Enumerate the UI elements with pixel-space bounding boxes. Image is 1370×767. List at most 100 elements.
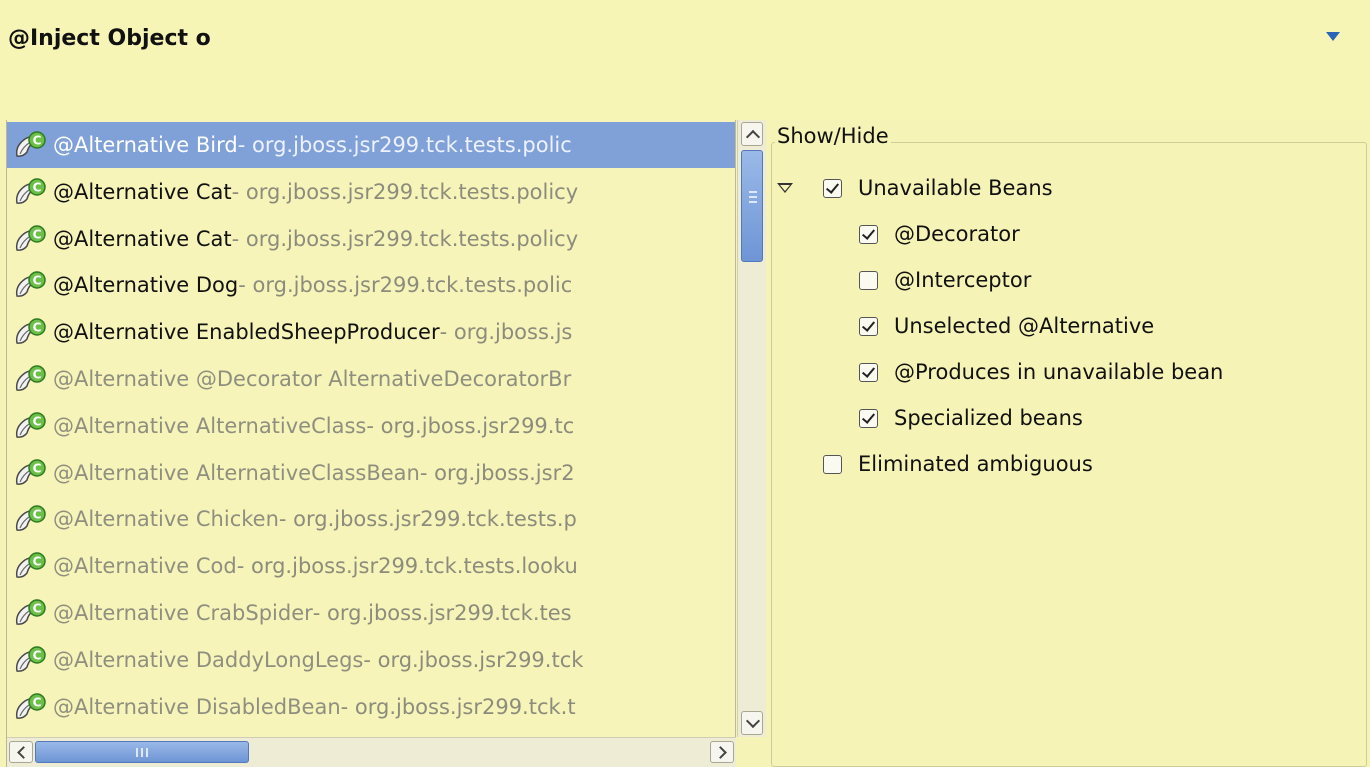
produces-unavailable-option[interactable]: @Produces in unavailable bean	[859, 360, 1223, 384]
show-hide-label: Show/Hide	[775, 124, 891, 148]
bean-name: @Alternative Chicken	[53, 507, 279, 532]
bean-list-item[interactable]: C @Alternative DisabledBean - org.jboss.j…	[7, 684, 735, 730]
unavailable-beans-label: Unavailable Beans	[858, 176, 1053, 200]
unavailable-beans-checkbox[interactable]	[823, 178, 842, 198]
bean-name: @Alternative Cat	[53, 179, 232, 204]
bean-list-item[interactable]: C @Alternative AlternativeClass - org.jbo…	[7, 403, 735, 449]
bean-icon: C	[13, 270, 47, 300]
bean-list-item[interactable]: C @Alternative AlternativeClassBean - org…	[7, 450, 735, 496]
bean-package: - org.jboss.jsr2	[419, 460, 575, 485]
specialized-beans-option[interactable]: Specialized beans	[859, 406, 1083, 430]
bean-list-panel: C @Alternative Bird - org.jboss.jsr299.tc…	[6, 120, 766, 767]
bean-package: - org.jboss.jsr299.tck.tests.polic	[237, 133, 572, 157]
expand-triangle-icon[interactable]	[777, 183, 793, 193]
svg-text:C: C	[33, 134, 42, 148]
decorator-checkbox[interactable]	[859, 224, 878, 244]
bean-package: - org.jboss.jsr299.tck.tes	[312, 601, 572, 625]
bean-list-item[interactable]: C @Alternative Dog - org.jboss.jsr299.tck…	[7, 262, 735, 308]
bean-icon: C	[13, 504, 47, 534]
svg-text:C: C	[33, 414, 42, 428]
interceptor-checkbox[interactable]	[859, 270, 878, 290]
bean-name: @Alternative Cod	[53, 554, 237, 579]
grip-icon	[136, 748, 148, 757]
bean-list-item[interactable]: C @Alternative @Decorator AlternativeDeco…	[7, 356, 735, 402]
horizontal-scroll-thumb[interactable]	[35, 741, 249, 763]
bean-name: @Alternative Bird	[53, 133, 238, 157]
scroll-down-icon[interactable]	[741, 711, 763, 735]
bean-package: - org.jboss.jsr299.tck.tests.policy	[231, 226, 579, 251]
injection-point-title: @Inject Object o	[8, 26, 211, 51]
bean-package: - org.jboss.jsr299.tc	[366, 413, 575, 438]
bean-icon: C	[13, 551, 47, 581]
unavailable-beans-option[interactable]: Unavailable Beans	[823, 176, 1053, 200]
header: @Inject Object o	[0, 0, 1370, 120]
bean-package: - org.jboss.jsr299.tck.t	[340, 694, 576, 719]
bean-name: @Alternative Dog	[53, 273, 239, 298]
eliminated-ambiguous-label: Eliminated ambiguous	[858, 452, 1093, 476]
svg-text:C: C	[33, 461, 42, 475]
bean-name: @Alternative Cat	[53, 226, 232, 251]
bean-list-item[interactable]: C @Alternative Bird - org.jboss.jsr299.tc…	[7, 122, 735, 168]
bean-package: - org.jboss.jsr299.tck	[363, 647, 584, 672]
decorator-option[interactable]: @Decorator	[859, 222, 1020, 246]
vertical-scrollbar[interactable]	[737, 120, 766, 737]
bean-name: @Alternative AlternativeClassBean	[53, 460, 420, 485]
unselected-alternative-label: Unselected @Alternative	[894, 314, 1155, 338]
bean-icon: C	[13, 598, 47, 628]
svg-text:C: C	[33, 508, 42, 522]
bean-package: - org.jboss.jsr299.tck.tests.polic	[238, 273, 573, 298]
interceptor-label: @Interceptor	[894, 268, 1032, 292]
svg-text:C: C	[33, 274, 42, 288]
bean-icon: C	[13, 458, 47, 488]
bean-name: @Alternative DaddyLongLegs	[53, 647, 364, 672]
bean-name: @Alternative AlternativeClass	[53, 413, 367, 438]
bean-list-item[interactable]: C @Alternative Cod - org.jboss.jsr299.tck…	[7, 543, 735, 589]
unselected-alternative-checkbox[interactable]	[859, 316, 878, 336]
bean-icon: C	[13, 177, 47, 207]
produces-unavailable-label: @Produces in unavailable bean	[894, 360, 1224, 384]
bean-list-item[interactable]: C @Alternative Cat - org.jboss.jsr299.tck…	[7, 216, 735, 262]
bean-package: - org.jboss.jsr299.tck.tests.p	[278, 507, 577, 532]
interceptor-option[interactable]: @Interceptor	[859, 268, 1031, 292]
bean-list-item[interactable]: C @Alternative EnabledSheepProducer - org…	[7, 309, 735, 355]
bean-name: @Alternative EnabledSheepProducer	[53, 320, 440, 345]
svg-text:C: C	[33, 555, 42, 569]
vertical-scroll-thumb[interactable]	[741, 150, 763, 262]
bean-icon: C	[13, 130, 47, 160]
svg-text:C: C	[33, 602, 42, 616]
bean-icon: C	[13, 317, 47, 347]
svg-text:C: C	[33, 180, 42, 194]
unselected-alternative-option[interactable]: Unselected @Alternative	[859, 314, 1154, 338]
produces-unavailable-checkbox[interactable]	[859, 362, 878, 382]
bean-package: - org.jboss.jsr299.tck.tests.looku	[236, 554, 578, 579]
bean-icon: C	[13, 224, 47, 254]
horizontal-scrollbar[interactable]	[7, 737, 736, 767]
grip-icon	[749, 191, 757, 203]
bean-name: @Alternative CrabSpider	[53, 601, 313, 625]
bean-package: - org.jboss.js	[439, 320, 573, 345]
decorator-label: @Decorator	[894, 222, 1020, 246]
svg-text:C: C	[33, 648, 42, 662]
svg-text:C: C	[33, 227, 42, 241]
svg-text:C: C	[33, 695, 42, 709]
bean-name: @Alternative @Decorator AlternativeDecor…	[53, 367, 572, 391]
specialized-beans-label: Specialized beans	[894, 406, 1083, 430]
specialized-beans-checkbox[interactable]	[859, 408, 878, 428]
bean-icon: C	[13, 411, 47, 441]
svg-text:C: C	[33, 321, 42, 335]
view-menu-chevron-down-icon[interactable]	[1326, 32, 1340, 41]
bean-list-item[interactable]: C @Alternative Chicken - org.jboss.jsr299…	[7, 496, 735, 542]
scroll-left-icon[interactable]	[9, 741, 33, 763]
bean-list-item[interactable]: C @Alternative CrabSpider - org.jboss.jsr…	[7, 590, 735, 636]
bean-package: - org.jboss.jsr299.tck.tests.policy	[231, 179, 579, 204]
filter-panel: Show/Hide Unavailable Beans @Decorator @…	[767, 120, 1370, 767]
bean-name: @Alternative DisabledBean	[53, 694, 341, 719]
scroll-up-icon[interactable]	[741, 122, 763, 146]
eliminated-ambiguous-option[interactable]: Eliminated ambiguous	[823, 452, 1093, 476]
bean-list[interactable]: C @Alternative Bird - org.jboss.jsr299.tc…	[7, 120, 736, 737]
eliminated-ambiguous-checkbox[interactable]	[823, 454, 842, 474]
bean-list-item[interactable]: C @Alternative DaddyLongLegs - org.jboss.…	[7, 637, 735, 683]
bean-list-item[interactable]: C @Alternative Cat - org.jboss.jsr299.tck…	[7, 169, 735, 215]
svg-text:C: C	[33, 368, 42, 382]
scroll-right-icon[interactable]	[710, 741, 734, 763]
